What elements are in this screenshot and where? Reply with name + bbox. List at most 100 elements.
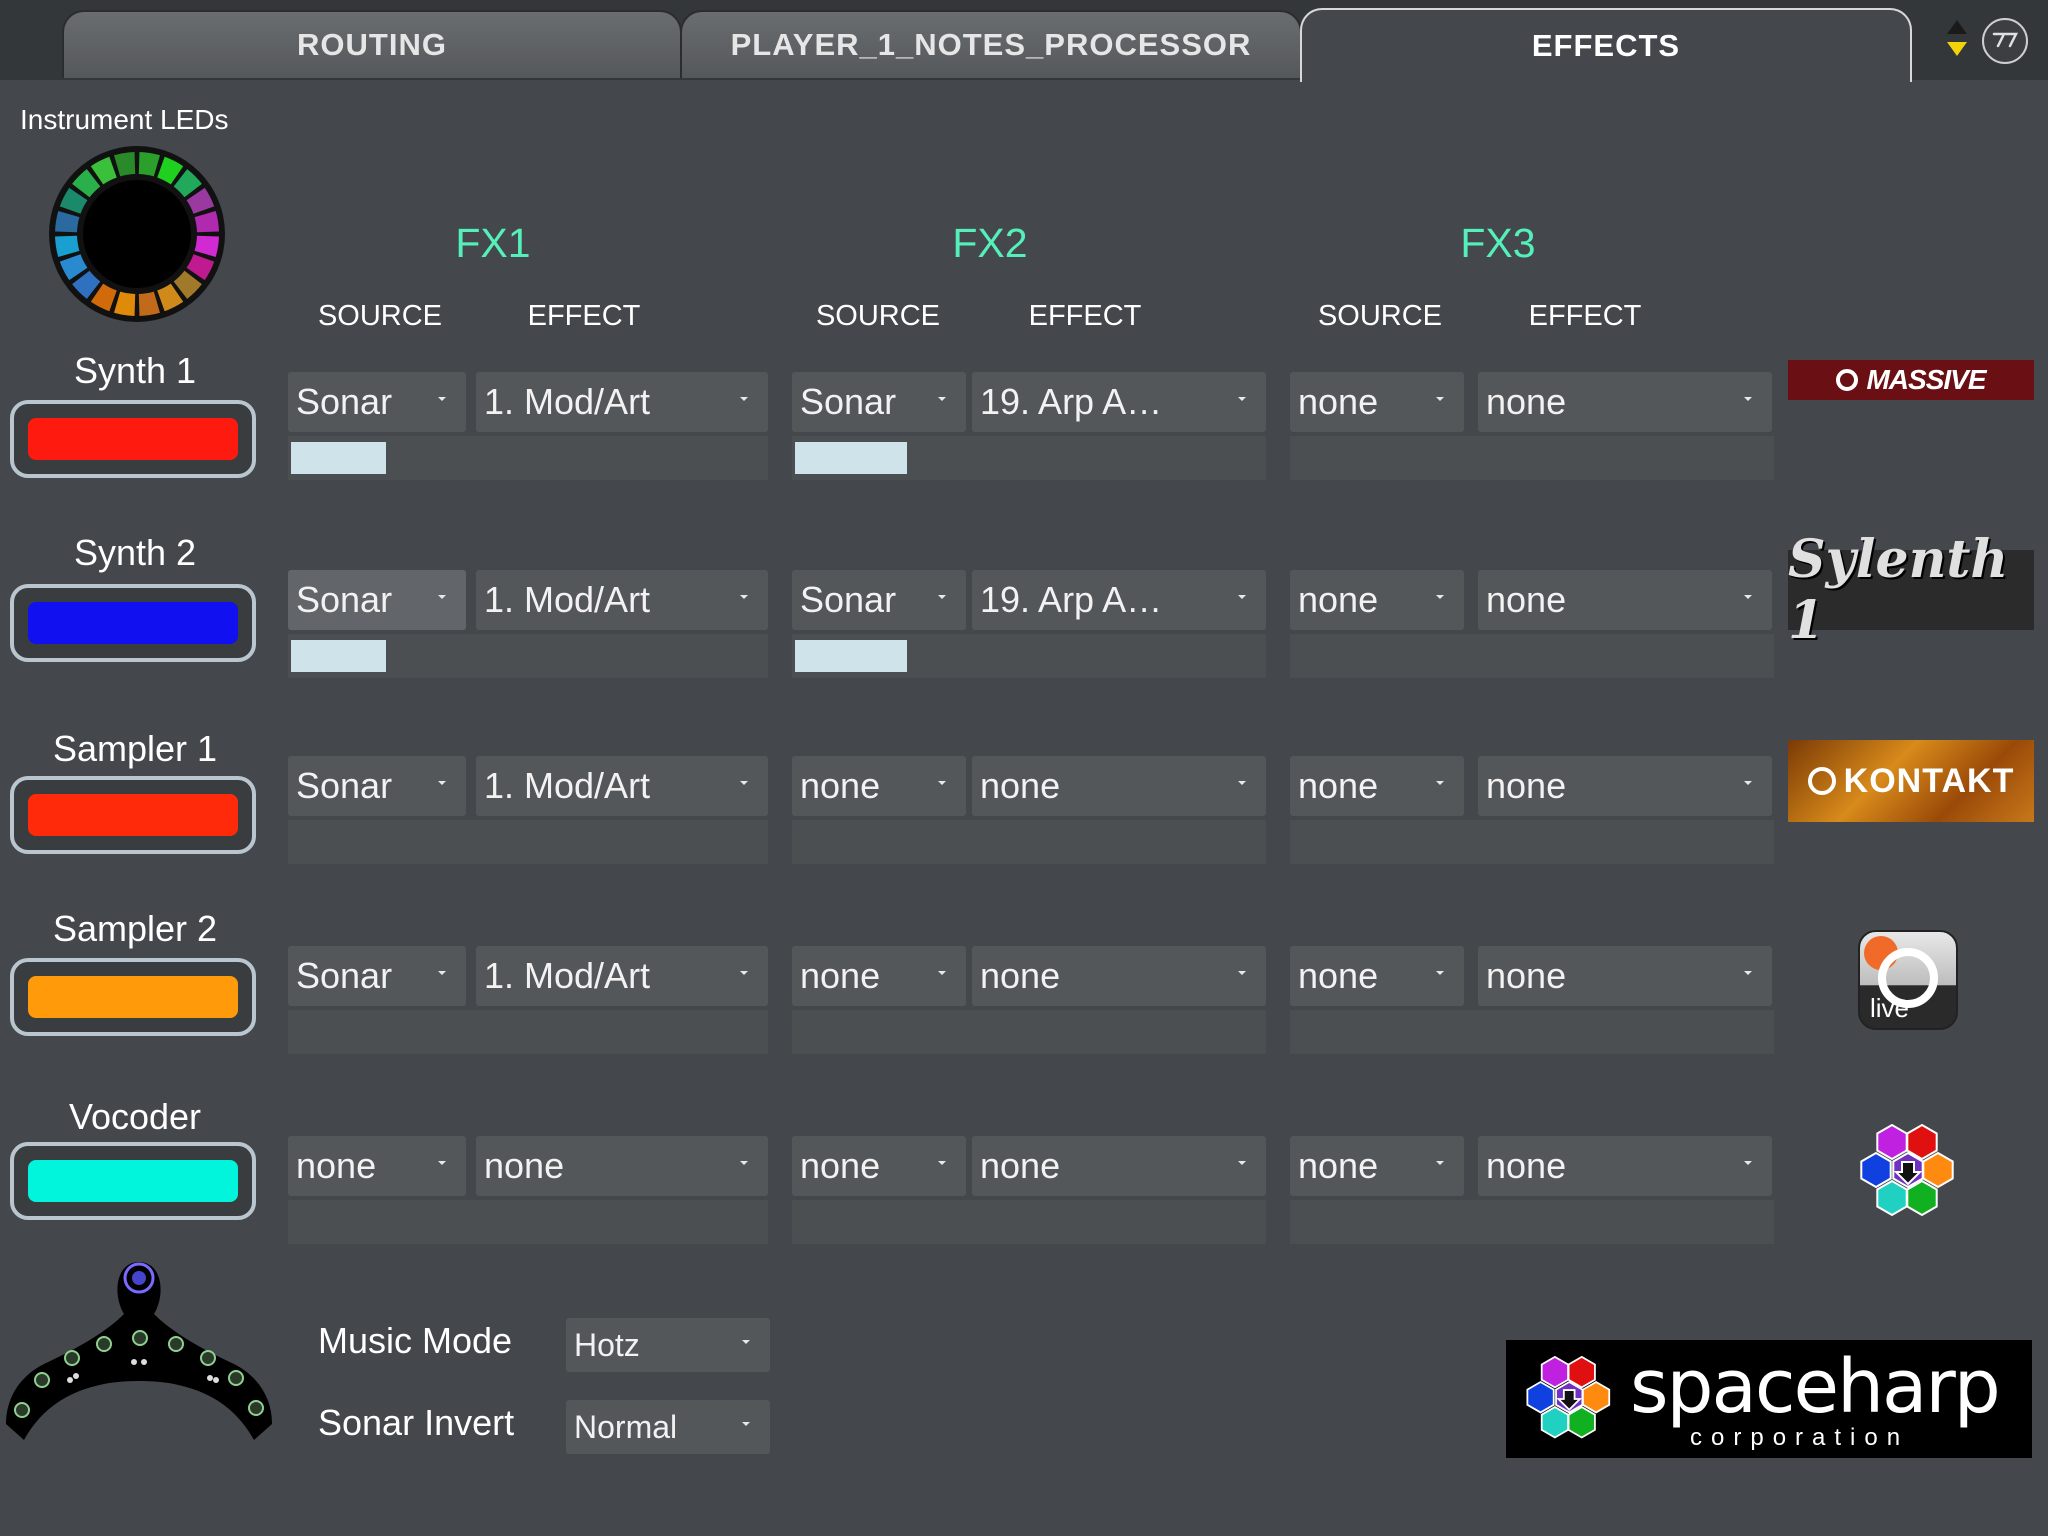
fx1-effect-dropdown-vocoder[interactable]: none bbox=[476, 1136, 768, 1196]
fx2-effect-dropdown-sampler-2[interactable]: none bbox=[972, 946, 1266, 1006]
level-bar bbox=[291, 640, 386, 672]
scroll-arrows-icon[interactable] bbox=[1944, 18, 1970, 62]
fx3-effect-dropdown-sampler-1[interactable]: none bbox=[1478, 756, 1772, 816]
dropdown-caret-icon bbox=[438, 971, 446, 975]
fx2-source-dropdown-sampler-2[interactable]: none bbox=[792, 946, 966, 1006]
instrument-color-button-synth-1[interactable] bbox=[10, 400, 256, 478]
fx3-level-meter-sampler-2 bbox=[1290, 1010, 1774, 1054]
fx2-effect-dropdown-sampler-2-value: none bbox=[980, 955, 1061, 996]
fx1-level-meter-synth-1 bbox=[288, 436, 768, 480]
fx1-level-meter-synth-2 bbox=[288, 634, 768, 678]
fx1-source-dropdown-synth-2[interactable]: Sonar bbox=[288, 570, 466, 630]
dropdown-caret-icon bbox=[1238, 971, 1246, 975]
instrument-leds-label: Instrument LEDs bbox=[20, 104, 229, 135]
remote-controller-icon bbox=[6, 1262, 272, 1440]
dropdown-caret-icon bbox=[1238, 397, 1246, 401]
tab-routing[interactable]: ROUTING bbox=[62, 10, 682, 78]
tab-effects[interactable]: EFFECTS bbox=[1300, 8, 1912, 82]
level-bar bbox=[795, 442, 907, 474]
music-mode-dropdown[interactable]: Hotz bbox=[566, 1318, 770, 1372]
fx1-effect-dropdown-vocoder-value: none bbox=[484, 1145, 565, 1186]
fx3-effect-dropdown-synth-2[interactable]: none bbox=[1478, 570, 1772, 630]
fx3-level-meter-sampler-1 bbox=[1290, 820, 1774, 864]
hex-tile bbox=[1540, 1406, 1569, 1439]
fx1-title: FX1 bbox=[455, 220, 531, 266]
dropdown-caret-icon bbox=[938, 1161, 946, 1165]
dropdown-caret-icon bbox=[1744, 971, 1752, 975]
fx2-effect-dropdown-synth-2[interactable]: 19. Arp A… bbox=[972, 570, 1266, 630]
tab-player-1-notes-processor[interactable]: PLAYER_1_NOTES_PROCESSOR bbox=[680, 10, 1302, 78]
dropdown-caret-icon bbox=[1238, 595, 1246, 599]
fx3-source-dropdown-synth-1-value: none bbox=[1298, 381, 1379, 422]
fx1-source-dropdown-vocoder-value: none bbox=[296, 1145, 377, 1186]
instrument-name-sampler-1: Sampler 1 bbox=[52, 728, 218, 769]
fx1-effect-dropdown-synth-1[interactable]: 1. Mod/Art bbox=[476, 372, 768, 432]
dropdown-caret-icon bbox=[1436, 397, 1444, 401]
fx3-source-dropdown-sampler-1-value: none bbox=[1298, 765, 1379, 806]
fx1-source-dropdown-sampler-2[interactable]: Sonar bbox=[288, 946, 466, 1006]
fx2-effect-dropdown-vocoder-value: none bbox=[980, 1145, 1061, 1186]
fx3-effect-dropdown-sampler-2-value: none bbox=[1486, 955, 1567, 996]
fx2-source-dropdown-synth-2-value: Sonar bbox=[800, 579, 897, 620]
fx3-source-dropdown-sampler-2[interactable]: none bbox=[1290, 946, 1464, 1006]
dropdown-caret-icon bbox=[1238, 1161, 1246, 1165]
dropdown-caret-icon bbox=[1436, 595, 1444, 599]
fx3-effect-dropdown-sampler-2[interactable]: none bbox=[1478, 946, 1772, 1006]
fx1-effect-dropdown-synth-1-value: 1. Mod/Art bbox=[484, 381, 651, 422]
fx3-effect-dropdown-vocoder[interactable]: none bbox=[1478, 1136, 1772, 1196]
fx3-source-dropdown-synth-1[interactable]: none bbox=[1290, 372, 1464, 432]
fx2-source-dropdown-sampler-2-value: none bbox=[800, 955, 881, 996]
dropdown-caret-icon bbox=[1436, 781, 1444, 785]
instrument-color-swatch bbox=[28, 1160, 238, 1202]
fx2-source-dropdown-vocoder[interactable]: none bbox=[792, 1136, 966, 1196]
sonar-invert-dropdown[interactable]: Normal bbox=[566, 1400, 770, 1454]
fx1-effect-dropdown-sampler-2[interactable]: 1. Mod/Art bbox=[476, 946, 768, 1006]
fx2-level-meter-synth-2 bbox=[792, 634, 1266, 678]
fx2-source-dropdown-synth-1[interactable]: Sonar bbox=[792, 372, 966, 432]
spaceharp-hex-logo bbox=[1860, 1124, 1954, 1217]
fx3-source-dropdown-vocoder[interactable]: none bbox=[1290, 1136, 1464, 1196]
instrument-leds-ring-icon[interactable] bbox=[42, 146, 232, 322]
hex-tile bbox=[1567, 1406, 1596, 1439]
fx1-effect-dropdown-sampler-1-value: 1. Mod/Art bbox=[484, 765, 651, 806]
fx3-source-dropdown-synth-2[interactable]: none bbox=[1290, 570, 1464, 630]
fx2-level-meter-vocoder bbox=[792, 1200, 1266, 1244]
fx3-effect-header: EFFECT bbox=[1528, 300, 1642, 332]
fx3-source-header: SOURCE bbox=[1317, 300, 1443, 332]
help-icon[interactable] bbox=[1982, 18, 2028, 64]
fx1-source-dropdown-sampler-2-value: Sonar bbox=[296, 955, 393, 996]
fx3-effect-dropdown-synth-1-value: none bbox=[1486, 381, 1567, 422]
fx1-level-meter-sampler-2 bbox=[288, 1010, 768, 1054]
instrument-color-button-sampler-1[interactable] bbox=[10, 776, 256, 854]
fx1-source-dropdown-sampler-1[interactable]: Sonar bbox=[288, 756, 466, 816]
hex-tile bbox=[1860, 1151, 1892, 1189]
instrument-color-swatch bbox=[28, 418, 238, 460]
fx1-source-dropdown-vocoder[interactable]: none bbox=[288, 1136, 466, 1196]
fx1-source-dropdown-synth-1[interactable]: Sonar bbox=[288, 372, 466, 432]
fx1-effect-header: EFFECT bbox=[527, 300, 641, 332]
fx3-effect-dropdown-synth-1[interactable]: none bbox=[1478, 372, 1772, 432]
dropdown-caret-icon bbox=[740, 595, 748, 599]
fx2-effect-dropdown-sampler-1[interactable]: none bbox=[972, 756, 1266, 816]
fx2-title: FX2 bbox=[952, 220, 1028, 266]
fx2-source-dropdown-synth-2[interactable]: Sonar bbox=[792, 570, 966, 630]
dropdown-caret-icon bbox=[1436, 1161, 1444, 1165]
fx2-effect-dropdown-synth-1[interactable]: 19. Arp A… bbox=[972, 372, 1266, 432]
dropdown-caret-icon bbox=[740, 971, 748, 975]
fx1-effect-dropdown-synth-2[interactable]: 1. Mod/Art bbox=[476, 570, 768, 630]
fx2-effect-dropdown-vocoder[interactable]: none bbox=[972, 1136, 1266, 1196]
hex-tile bbox=[1526, 1380, 1555, 1414]
instrument-color-button-synth-2[interactable] bbox=[10, 584, 256, 662]
fx2-level-meter-sampler-1 bbox=[792, 820, 1266, 864]
tab-bar: ROUTING PLAYER_1_NOTES_PROCESSOR EFFECTS bbox=[0, 0, 2048, 82]
instrument-color-swatch bbox=[28, 794, 238, 836]
instrument-color-button-vocoder[interactable] bbox=[10, 1142, 256, 1220]
hex-tile bbox=[1876, 1179, 1908, 1217]
fx2-source-dropdown-sampler-1[interactable]: none bbox=[792, 756, 966, 816]
hex-tile bbox=[1582, 1380, 1611, 1414]
fx1-effect-dropdown-sampler-1[interactable]: 1. Mod/Art bbox=[476, 756, 768, 816]
instrument-color-button-sampler-2[interactable] bbox=[10, 958, 256, 1036]
music-mode-label: Music Mode bbox=[318, 1320, 513, 1361]
fx3-source-dropdown-sampler-1[interactable]: none bbox=[1290, 756, 1464, 816]
dropdown-caret-icon bbox=[1744, 781, 1752, 785]
